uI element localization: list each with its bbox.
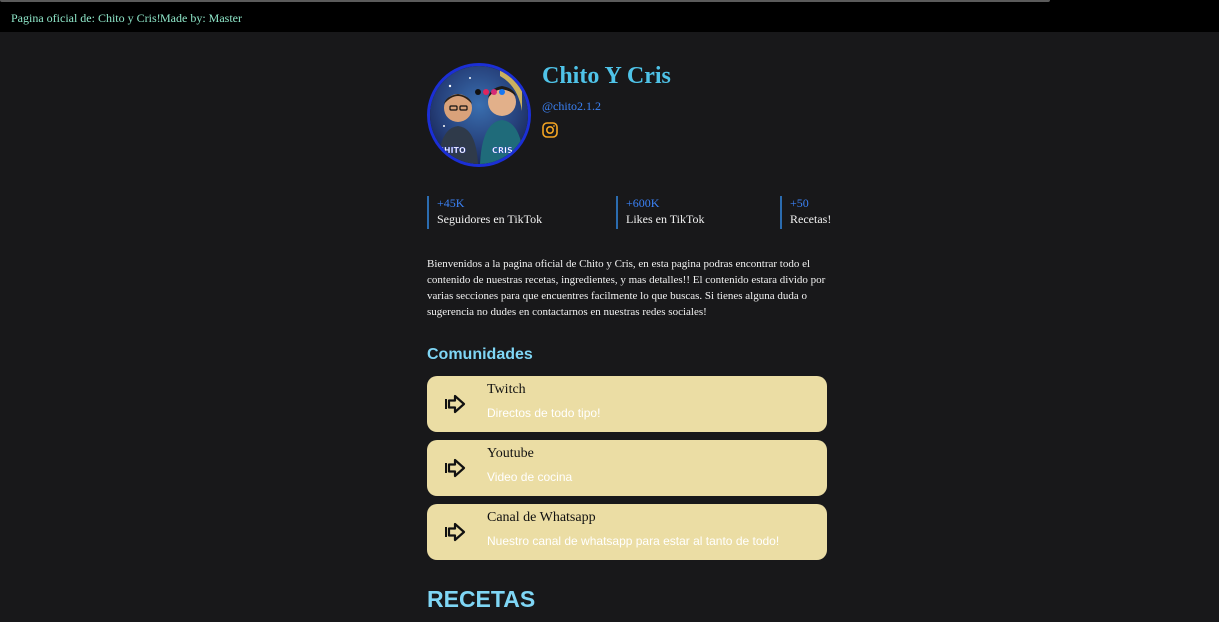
community-title: Twitch bbox=[487, 382, 526, 397]
profile-name: Chito Y Cris bbox=[542, 63, 671, 89]
community-card-whatsapp[interactable]: Canal de Whatsapp Nuestro canal de whats… bbox=[427, 504, 827, 560]
stat-recipes: +50 Recetas! bbox=[780, 196, 831, 229]
arrow-right-icon bbox=[444, 393, 466, 415]
instagram-icon[interactable] bbox=[542, 122, 558, 138]
communities-heading: Comunidades bbox=[427, 346, 533, 363]
welcome-description: Bienvenidos a la pagina oficial de Chito… bbox=[427, 258, 826, 318]
top-bar: Pagina oficial de: Chito y Cris! Made by… bbox=[0, 0, 1219, 32]
stat-followers: +45K Seguidores en TikTok bbox=[427, 196, 542, 229]
stat-likes: +600K Likes en TikTok bbox=[616, 196, 705, 229]
stat-label: Recetas! bbox=[790, 212, 832, 226]
avatar: CHITO CRIS bbox=[427, 63, 531, 167]
community-card-youtube[interactable]: Youtube Video de cocina bbox=[427, 440, 827, 496]
stat-label: Seguidores en TikTok bbox=[437, 212, 543, 226]
arrow-right-icon bbox=[444, 457, 466, 479]
community-subtitle: Directos de todo tipo! bbox=[487, 406, 601, 420]
official-page-label: Pagina oficial de: Chito y Cris! bbox=[11, 11, 161, 25]
stat-value: +50 bbox=[790, 196, 809, 210]
stat-value: +45K bbox=[437, 196, 465, 210]
scroll-indicator bbox=[0, 0, 1050, 2]
community-subtitle: Nuestro canal de whatsapp para estar al … bbox=[487, 534, 780, 548]
community-title: Youtube bbox=[487, 446, 534, 461]
stat-label: Likes en TikTok bbox=[626, 212, 705, 226]
profile-handle[interactable]: @chito2.1.2 bbox=[542, 99, 601, 114]
avatar-label-right: CRIS bbox=[492, 146, 513, 155]
avatar-label-left: CHITO bbox=[438, 146, 466, 155]
stat-value: +600K bbox=[626, 196, 660, 210]
made-by-label: Made by: Master bbox=[160, 11, 242, 25]
community-subtitle: Video de cocina bbox=[487, 470, 573, 484]
arrow-right-icon bbox=[444, 521, 466, 543]
community-title: Canal de Whatsapp bbox=[487, 510, 596, 525]
recipes-heading: RECETAS bbox=[427, 586, 536, 612]
community-card-twitch[interactable]: Twitch Directos de todo tipo! bbox=[427, 376, 827, 432]
